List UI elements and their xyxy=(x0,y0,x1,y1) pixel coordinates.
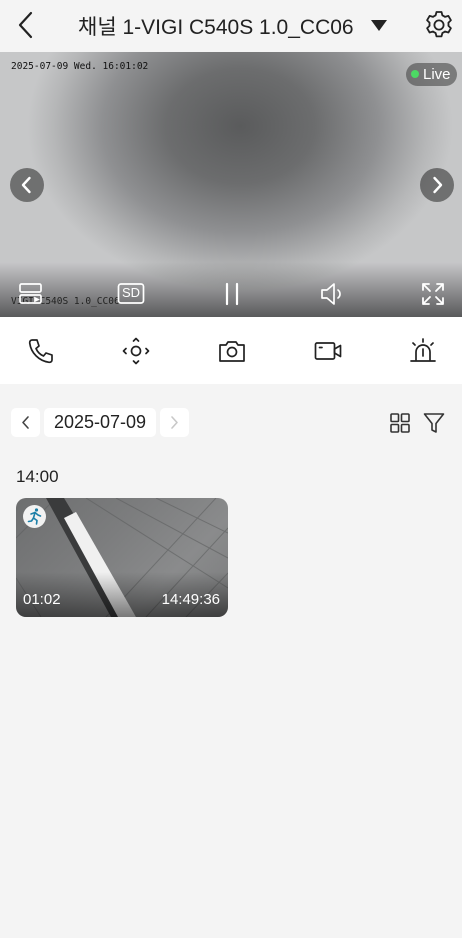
live-badge: Live xyxy=(406,63,457,86)
channel-title[interactable]: 채널 1-VIGI C540S 1.0_CC06 xyxy=(78,11,354,41)
gear-icon[interactable] xyxy=(423,9,455,41)
fullscreen-icon[interactable] xyxy=(418,281,448,307)
live-video-view[interactable]: 2025-07-09 Wed. 16:01:02 VIGI C540S 1.0_… xyxy=(0,52,462,317)
ptz-icon[interactable] xyxy=(121,336,151,366)
hour-group-label: 14:00 xyxy=(16,467,59,486)
sd-quality-button[interactable]: SD xyxy=(116,281,146,307)
clip-duration: 01:02 xyxy=(23,591,61,608)
next-channel-button[interactable] xyxy=(420,168,454,202)
next-day-button[interactable] xyxy=(160,408,189,437)
speaker-icon[interactable] xyxy=(318,281,348,307)
pause-icon[interactable] xyxy=(217,281,247,307)
alarm-icon[interactable] xyxy=(408,336,438,366)
camera-icon[interactable] xyxy=(217,336,247,366)
header-bar: 채널 1-VIGI C540S 1.0_CC06 xyxy=(0,0,462,52)
caret-down-icon[interactable] xyxy=(369,17,389,33)
previous-day-button[interactable] xyxy=(11,408,40,437)
action-toolbar xyxy=(0,317,462,384)
phone-icon[interactable] xyxy=(26,336,56,366)
live-indicator-dot xyxy=(411,70,419,78)
back-button[interactable] xyxy=(12,10,42,40)
clip-start-time: 14:49:36 xyxy=(161,591,220,608)
osd-timestamp: 2025-07-09 Wed. 16:01:02 xyxy=(11,61,149,72)
date-picker[interactable]: 2025-07-09 xyxy=(44,408,156,437)
sd-label: SD xyxy=(121,285,141,300)
live-label: Live xyxy=(423,66,451,83)
motion-detection-icon xyxy=(23,505,46,528)
storage-icon[interactable] xyxy=(16,281,46,307)
grid-view-icon[interactable] xyxy=(389,412,411,434)
recording-clip[interactable]: 01:02 14:49:36 xyxy=(16,498,228,617)
video-record-icon[interactable] xyxy=(313,336,343,366)
previous-channel-button[interactable] xyxy=(10,168,44,202)
filter-icon[interactable] xyxy=(422,411,446,435)
